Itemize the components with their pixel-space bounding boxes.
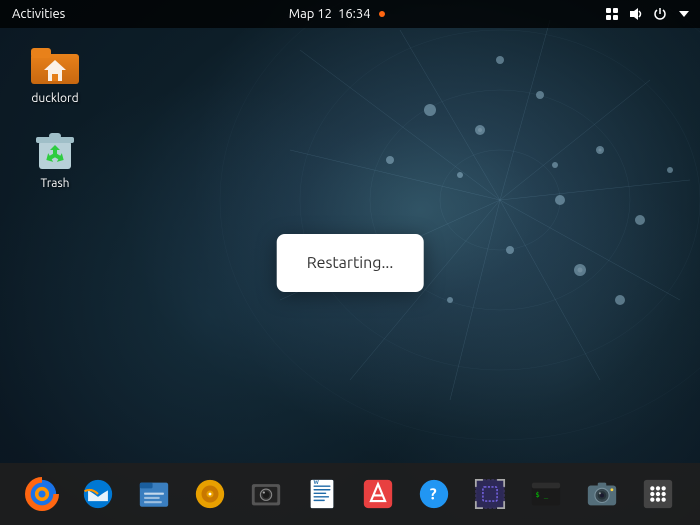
svg-text:$ _: $ _: [535, 490, 549, 499]
taskbar-camera[interactable]: [576, 468, 628, 520]
trash-image: [31, 125, 79, 173]
network-icon[interactable]: [604, 6, 620, 22]
taskbar-firefox[interactable]: [16, 468, 68, 520]
svg-text:?: ?: [430, 485, 437, 503]
topbar-right: [604, 6, 692, 22]
home-folder-icon[interactable]: ducklord: [20, 40, 90, 105]
taskbar-thunderbird[interactable]: [72, 468, 124, 520]
power-icon[interactable]: [652, 6, 668, 22]
taskbar-rhythmbox[interactable]: [184, 468, 236, 520]
restart-dialog: Restarting...: [277, 234, 424, 292]
home-folder-label: ducklord: [31, 92, 78, 105]
taskbar-terminal[interactable]: $ _: [520, 468, 572, 520]
taskbar-help[interactable]: ?: [408, 468, 460, 520]
topbar-dropdown-icon[interactable]: [676, 6, 692, 22]
trash-icon[interactable]: Trash: [20, 125, 90, 190]
taskbar-shotwell[interactable]: [240, 468, 292, 520]
desktop: Activities Map 12 16:34: [0, 0, 700, 525]
topbar: Activities Map 12 16:34: [0, 0, 700, 28]
taskbar-software-center[interactable]: [352, 468, 404, 520]
time: 16:34: [338, 7, 371, 21]
notification-dot: [379, 11, 385, 17]
taskbar-files[interactable]: [128, 468, 180, 520]
topbar-left: Activities: [8, 7, 69, 21]
home-folder-image: [31, 40, 79, 88]
svg-text:W: W: [314, 480, 320, 486]
taskbar-show-apps[interactable]: [632, 468, 684, 520]
volume-icon[interactable]: [628, 6, 644, 22]
desktop-icons: ducklord: [20, 40, 90, 190]
taskbar-writer[interactable]: W: [296, 468, 348, 520]
taskbar-screenshot[interactable]: [464, 468, 516, 520]
restart-text: Restarting...: [307, 254, 394, 272]
activities-button[interactable]: Activities: [8, 7, 69, 21]
app-name: Map 12: [289, 7, 332, 21]
trash-label: Trash: [40, 177, 69, 190]
taskbar: W ?: [0, 463, 700, 525]
topbar-center: Map 12 16:34: [289, 7, 385, 21]
